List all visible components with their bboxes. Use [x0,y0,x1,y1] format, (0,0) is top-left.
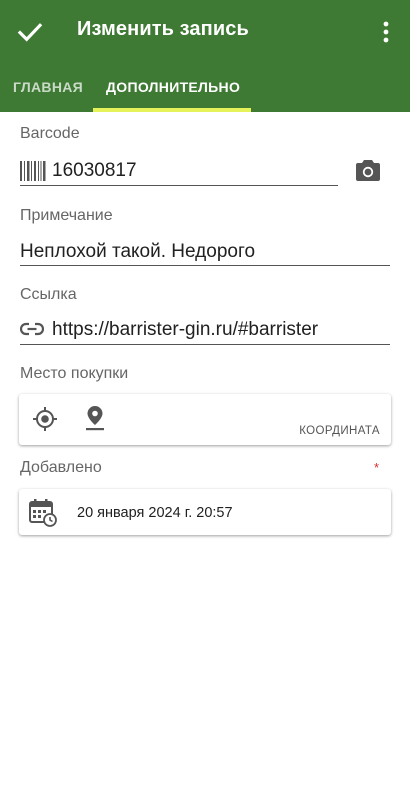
tab-indicator [93,108,251,112]
barcode-field[interactable]: 16030817 [52,160,137,182]
note-underline [20,265,390,266]
link-label: Ссылка [20,286,77,303]
location-pin-icon[interactable] [85,405,105,436]
tab-main[interactable]: Главная [13,64,83,112]
added-date-value: 20 января 2024 г. 20:57 [77,505,233,521]
place-label: Место покупки [20,365,129,382]
check-icon[interactable] [14,16,46,48]
link-icon [19,320,45,343]
added-label: Добавлено [20,459,102,476]
gps-target-icon[interactable] [32,406,58,437]
link-underline [20,344,390,345]
camera-icon[interactable] [356,159,380,186]
link-field[interactable]: https://barrister-gin.ru/#barrister [52,319,318,341]
toolbar: Изменить запись [0,0,410,64]
barcode-label: Barcode [20,125,80,142]
place-card: Координата [19,394,391,445]
coordinate-button[interactable]: Координата [299,425,380,437]
added-date-card[interactable]: 20 января 2024 г. 20:57 [19,489,391,535]
tab-extra[interactable]: Дополнительно [93,64,251,112]
app-bar: Изменить запись Главная Дополнительно [0,0,410,112]
barcode-underline [20,185,338,186]
note-field[interactable]: Неплохой такой. Недорого [20,241,255,263]
tab-bar: Главная Дополнительно [0,64,410,112]
required-mark: * [374,460,380,475]
page-title: Изменить запись [77,18,249,40]
note-label: Примечание [20,207,113,224]
barcode-icon [20,161,46,186]
more-vert-icon[interactable] [372,16,400,48]
calendar-clock-icon [29,499,57,532]
